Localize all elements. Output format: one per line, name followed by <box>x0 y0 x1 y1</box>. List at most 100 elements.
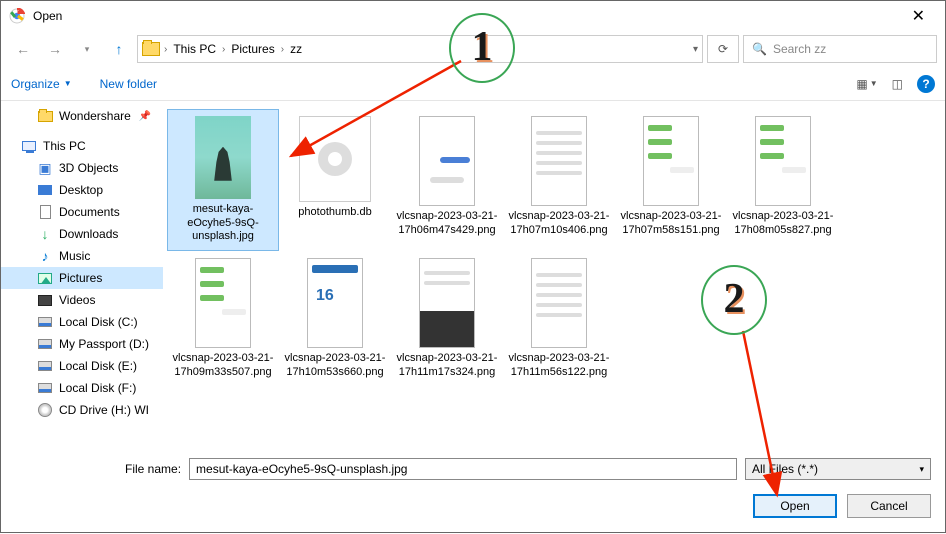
sidebar-item-videos[interactable]: Videos <box>1 289 163 311</box>
preview-icon: ◫ <box>892 77 903 91</box>
refresh-button[interactable]: ⟳ <box>707 35 739 63</box>
file-label: vlcsnap-2023-03-21-17h07m10s406.png <box>506 210 612 238</box>
sidebar-item-label: Local Disk (E:) <box>59 359 137 373</box>
file-item[interactable]: vlcsnap-2023-03-21-17h10m53s660.png <box>279 251 391 393</box>
sidebar-item-this-pc[interactable]: This PC <box>1 135 163 157</box>
chevron-right-icon: › <box>281 44 284 55</box>
file-label: vlcsnap-2023-03-21-17h11m56s122.png <box>506 352 612 380</box>
nav-bar: ← → ▾ ↑ › This PC › Pictures › zz ▾ ⟳ 🔍 … <box>1 31 945 67</box>
address-bar[interactable]: › This PC › Pictures › zz ▾ <box>137 35 703 63</box>
search-icon: 🔍 <box>752 42 767 56</box>
help-button[interactable]: ? <box>917 75 935 93</box>
sidebar-item-wondershare[interactable]: Wondershare 📌 <box>1 105 163 127</box>
filename-input[interactable] <box>189 458 737 480</box>
folder-icon <box>37 108 53 124</box>
thumbnail <box>643 116 699 206</box>
desktop-icon <box>37 182 53 198</box>
search-input[interactable]: 🔍 Search zz <box>743 35 937 63</box>
filename-label: File name: <box>125 462 181 476</box>
thumbnail <box>755 116 811 206</box>
breadcrumb[interactable]: This PC <box>171 42 218 56</box>
sidebar-item-desktop[interactable]: Desktop <box>1 179 163 201</box>
thumbnail <box>419 116 475 206</box>
cancel-button[interactable]: Cancel <box>847 494 931 518</box>
sidebar-item-label: Desktop <box>59 183 103 197</box>
file-grid[interactable]: mesut-kaya-eOcyhe5-9sQ-unsplash.jpg photo… <box>163 101 945 461</box>
sidebar-item-label: Local Disk (F:) <box>59 381 136 395</box>
sidebar-item-3d-objects[interactable]: ▣ 3D Objects <box>1 157 163 179</box>
sidebar-item-cd-drive-h-wi[interactable]: CD Drive (H:) WI <box>1 399 163 421</box>
file-label: vlcsnap-2023-03-21-17h09m33s507.png <box>170 352 276 380</box>
sidebar-item-my-passport-d-[interactable]: My Passport (D:) <box>1 333 163 355</box>
search-placeholder: Search zz <box>773 42 826 56</box>
window-title: Open <box>33 9 900 23</box>
sidebar-item-downloads[interactable]: ↓Downloads <box>1 223 163 245</box>
sidebar: Wondershare 📌 This PC ▣ 3D Objects Desktop Doc… <box>1 101 163 461</box>
3d-icon: ▣ <box>37 160 53 176</box>
up-button[interactable]: ↑ <box>105 35 133 63</box>
sidebar-item-music[interactable]: ♪Music <box>1 245 163 267</box>
vid-icon <box>37 292 53 308</box>
file-item[interactable]: vlcsnap-2023-03-21-17h07m58s151.png <box>615 109 727 251</box>
forward-button: → <box>41 35 69 63</box>
file-item[interactable]: photothumb.db <box>279 109 391 251</box>
sidebar-item-pictures[interactable]: Pictures <box>1 267 163 289</box>
toolbar: Organize ▼ New folder ▦ ▼ ◫ ? <box>1 67 945 101</box>
file-item[interactable]: vlcsnap-2023-03-21-17h09m33s507.png <box>167 251 279 393</box>
file-item[interactable]: vlcsnap-2023-03-21-17h08m05s827.png <box>727 109 839 251</box>
sidebar-item-label: Music <box>59 249 90 263</box>
sidebar-item-label: Wondershare <box>59 109 131 123</box>
sidebar-item-label: Local Disk (C:) <box>59 315 138 329</box>
file-item[interactable]: vlcsnap-2023-03-21-17h06m47s429.png <box>391 109 503 251</box>
organize-menu[interactable]: Organize ▼ <box>11 77 72 91</box>
thumbnail <box>419 258 475 348</box>
breadcrumb[interactable]: zz <box>288 42 304 56</box>
view-mode-button[interactable]: ▦ ▼ <box>856 77 877 91</box>
sidebar-item-label: Videos <box>59 293 95 307</box>
thumbnail <box>531 258 587 348</box>
thumbnail <box>299 116 371 202</box>
chevron-down-icon[interactable]: ▾ <box>693 44 698 55</box>
thumbnail <box>195 258 251 348</box>
sidebar-item-local-disk-c-[interactable]: Local Disk (C:) <box>1 311 163 333</box>
chevron-right-icon: › <box>164 44 167 55</box>
disk-icon <box>37 336 53 352</box>
sidebar-item-label: 3D Objects <box>59 161 118 175</box>
file-label: vlcsnap-2023-03-21-17h10m53s660.png <box>282 352 388 380</box>
sidebar-item-documents[interactable]: Documents <box>1 201 163 223</box>
sidebar-item-label: This PC <box>43 139 86 153</box>
file-label: mesut-kaya-eOcyhe5-9sQ-unsplash.jpg <box>170 203 276 244</box>
pc-icon <box>21 138 37 154</box>
file-item[interactable]: vlcsnap-2023-03-21-17h11m17s324.png <box>391 251 503 393</box>
thumbnails-icon: ▦ <box>856 77 867 91</box>
file-type-filter[interactable]: All Files (*.*) ▾ <box>745 458 931 480</box>
pic-icon <box>37 270 53 286</box>
file-label: vlcsnap-2023-03-21-17h07m58s151.png <box>618 210 724 238</box>
sidebar-item-local-disk-f-[interactable]: Local Disk (F:) <box>1 377 163 399</box>
close-button[interactable]: ✕ <box>900 6 937 26</box>
file-label: vlcsnap-2023-03-21-17h06m47s429.png <box>394 210 500 238</box>
down-icon: ↓ <box>37 226 53 242</box>
chevron-down-icon: ▼ <box>870 79 878 88</box>
back-button[interactable]: ← <box>9 35 37 63</box>
file-item[interactable]: vlcsnap-2023-03-21-17h07m10s406.png <box>503 109 615 251</box>
sidebar-item-label: Documents <box>59 205 120 219</box>
breadcrumb[interactable]: Pictures <box>229 42 276 56</box>
file-label: vlcsnap-2023-03-21-17h08m05s827.png <box>730 210 836 238</box>
main-area: Wondershare 📌 This PC ▣ 3D Objects Desktop Doc… <box>1 101 945 461</box>
thumbnail <box>195 116 251 199</box>
sidebar-item-label: Pictures <box>59 271 102 285</box>
recent-dropdown[interactable]: ▾ <box>73 35 101 63</box>
cd-icon <box>37 402 53 418</box>
preview-pane-button[interactable]: ◫ <box>892 77 903 91</box>
file-item[interactable]: mesut-kaya-eOcyhe5-9sQ-unsplash.jpg <box>167 109 279 251</box>
pin-icon: 📌 <box>139 111 151 122</box>
file-label: photothumb.db <box>298 206 371 220</box>
title-bar: Open ✕ <box>1 1 945 31</box>
thumbnail <box>307 258 363 348</box>
sidebar-item-local-disk-e-[interactable]: Local Disk (E:) <box>1 355 163 377</box>
chrome-icon <box>9 8 25 24</box>
file-item[interactable]: vlcsnap-2023-03-21-17h11m56s122.png <box>503 251 615 393</box>
new-folder-button[interactable]: New folder <box>100 77 157 91</box>
open-button[interactable]: Open <box>753 494 837 518</box>
